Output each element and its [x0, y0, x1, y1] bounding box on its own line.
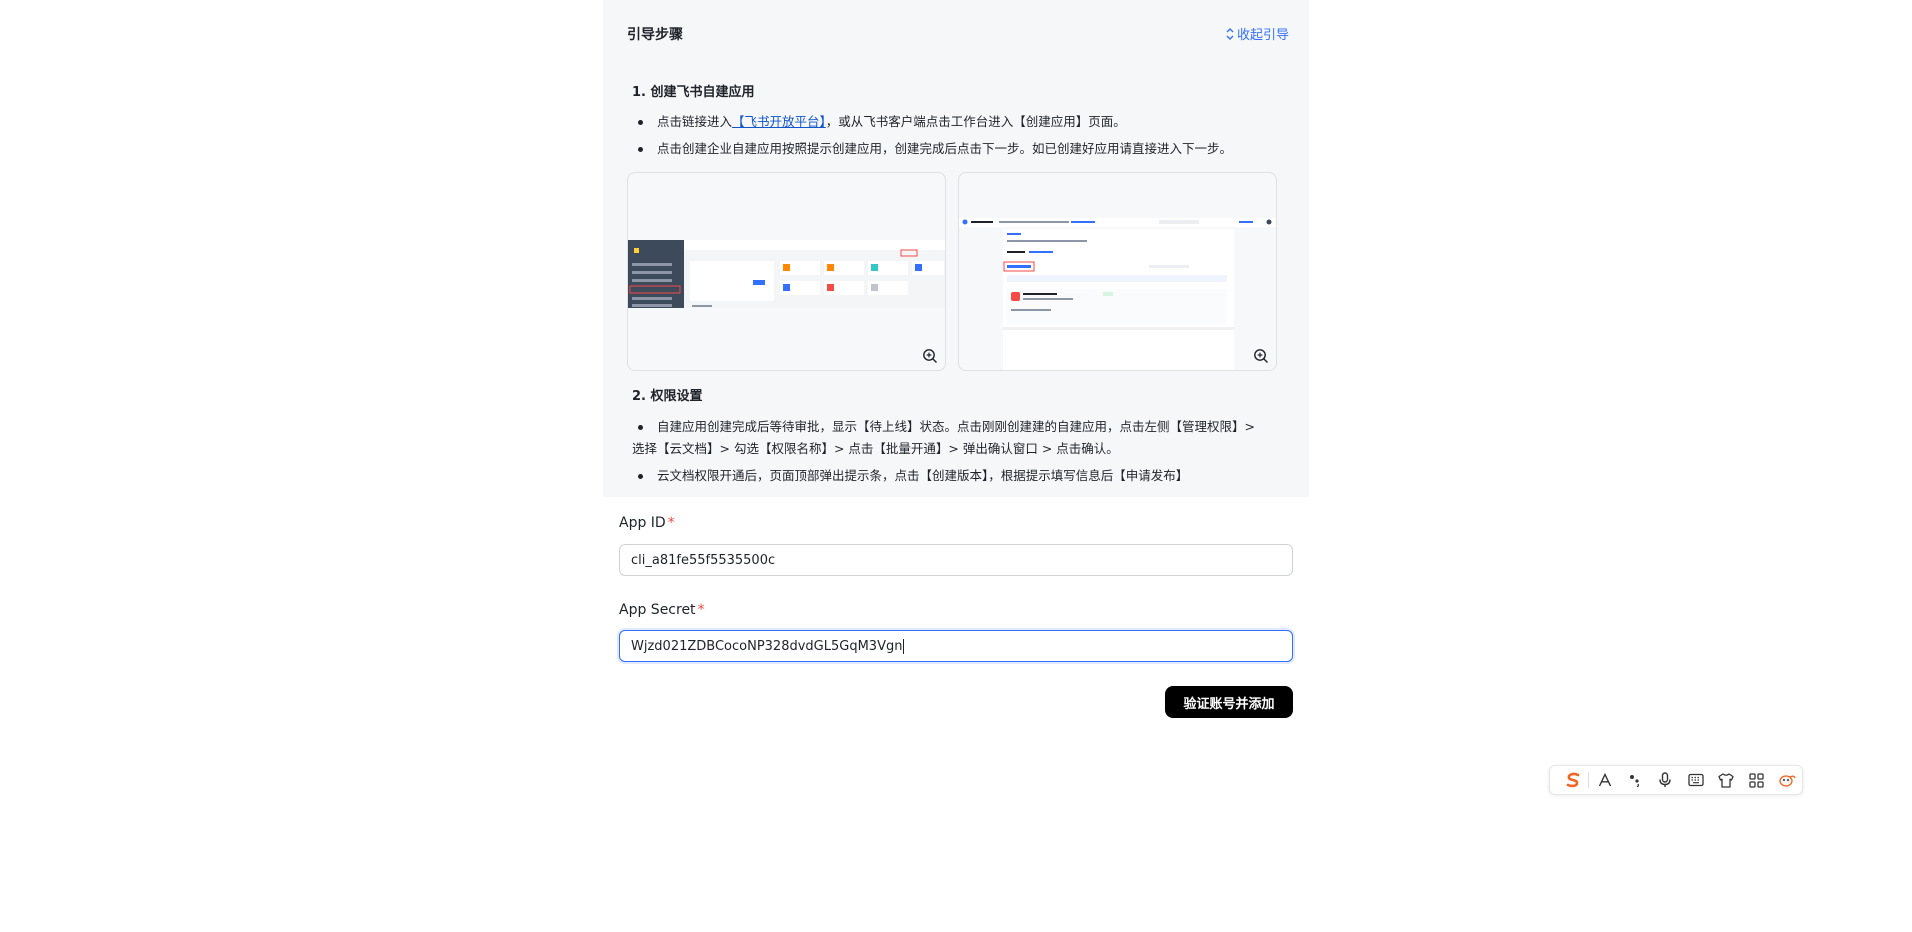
step1-bullet1-post: ，或从飞书客户端点击工作台进入【创建应用】页面。	[825, 114, 1126, 129]
app-id-label: App ID *	[619, 515, 675, 531]
step2-bullet1-cont: 选择【云文档】> 勾选【权限名称】> 点击【批量开通】> 弹出确认窗口 > 点击…	[632, 438, 1272, 460]
step2-bullet2: 云文档权限开通后，页面顶部弹出提示条，点击【创建版本】，根据提示填写信息后【申请…	[632, 465, 1272, 487]
ime-toolbar	[1549, 765, 1803, 795]
sogou-s-icon[interactable]	[1558, 765, 1588, 795]
collapse-icon	[1226, 27, 1234, 40]
keyboard-icon[interactable]	[1680, 765, 1710, 795]
guide-panel: 引导步骤 收起引导 1. 创建飞书自建应用 点击链接进入【飞书开放平台】，或从飞…	[603, 0, 1309, 497]
collapse-guide-button[interactable]: 收起引导	[1226, 24, 1289, 43]
app-id-input[interactable]: cli_a81fe55f5535500c	[619, 544, 1293, 576]
screenshot-2-image	[959, 218, 1276, 370]
zoom-in-icon[interactable]	[1253, 348, 1269, 364]
grid-icon[interactable]	[1741, 765, 1771, 795]
required-mark: *	[667, 515, 675, 531]
zoom-in-icon[interactable]	[922, 348, 938, 364]
step2-bullet2-text: 云文档权限开通后，页面顶部弹出提示条，点击【创建版本】，根据提示填写信息后【申请…	[657, 468, 1189, 483]
mascot-icon[interactable]	[1772, 765, 1802, 795]
step1-bullet2: 点击创建企业自建应用按照提示创建应用，创建完成后点击下一步。如已创建好应用请直接…	[632, 138, 1272, 160]
guide-screenshot-2[interactable]	[958, 172, 1277, 371]
guide-title: 引导步骤	[627, 27, 683, 43]
verify-and-add-button[interactable]: 验证账号并添加	[1165, 686, 1293, 718]
mic-icon[interactable]	[1650, 765, 1680, 795]
collapse-guide-label: 收起引导	[1236, 28, 1289, 43]
step2-bullet1-line2: 选择【云文档】> 勾选【权限名称】> 点击【批量开通】> 弹出确认窗口 > 点击…	[632, 441, 1119, 456]
step1-bullet1: 点击链接进入【飞书开放平台】，或从飞书客户端点击工作台进入【创建应用】页面。	[632, 111, 1272, 133]
step1-title: 1. 创建飞书自建应用	[632, 85, 755, 100]
app-id-value: cli_a81fe55f5535500c	[631, 552, 776, 568]
app-secret-label: App Secret *	[619, 602, 705, 618]
punctuation-icon[interactable]	[1620, 765, 1650, 795]
app-id-label-text: App ID	[619, 515, 666, 531]
guide-header: 引导步骤 收起引导	[627, 24, 1289, 44]
step2-bullet1-line1: 自建应用创建完成后等待审批，显示【待上线】状态。点击刚刚创建建的自建应用，点击左…	[657, 419, 1255, 434]
skin-icon[interactable]	[1711, 765, 1741, 795]
step2-title: 2. 权限设置	[632, 389, 703, 404]
app-secret-input[interactable]: Wjzd021ZDBCocoNP328dvdGL5GqM3Vgn	[619, 630, 1293, 662]
step1-bullet1-pre: 点击链接进入	[657, 114, 733, 129]
guide-screenshot-1[interactable]	[627, 172, 946, 371]
screenshot-1-image	[628, 240, 945, 308]
app-secret-label-text: App Secret	[619, 602, 696, 618]
feishu-open-platform-link[interactable]: 【飞书开放平台】	[732, 114, 826, 129]
app-secret-value: Wjzd021ZDBCocoNP328dvdGL5GqM3Vgn	[631, 638, 903, 654]
font-icon[interactable]	[1589, 765, 1619, 795]
text-caret	[903, 638, 905, 654]
required-mark: *	[697, 602, 705, 618]
step2-bullet1: 自建应用创建完成后等待审批，显示【待上线】状态。点击刚刚创建建的自建应用，点击左…	[632, 416, 1272, 438]
step1-bullet2-text: 点击创建企业自建应用按照提示创建应用，创建完成后点击下一步。如已创建好应用请直接…	[657, 141, 1233, 156]
